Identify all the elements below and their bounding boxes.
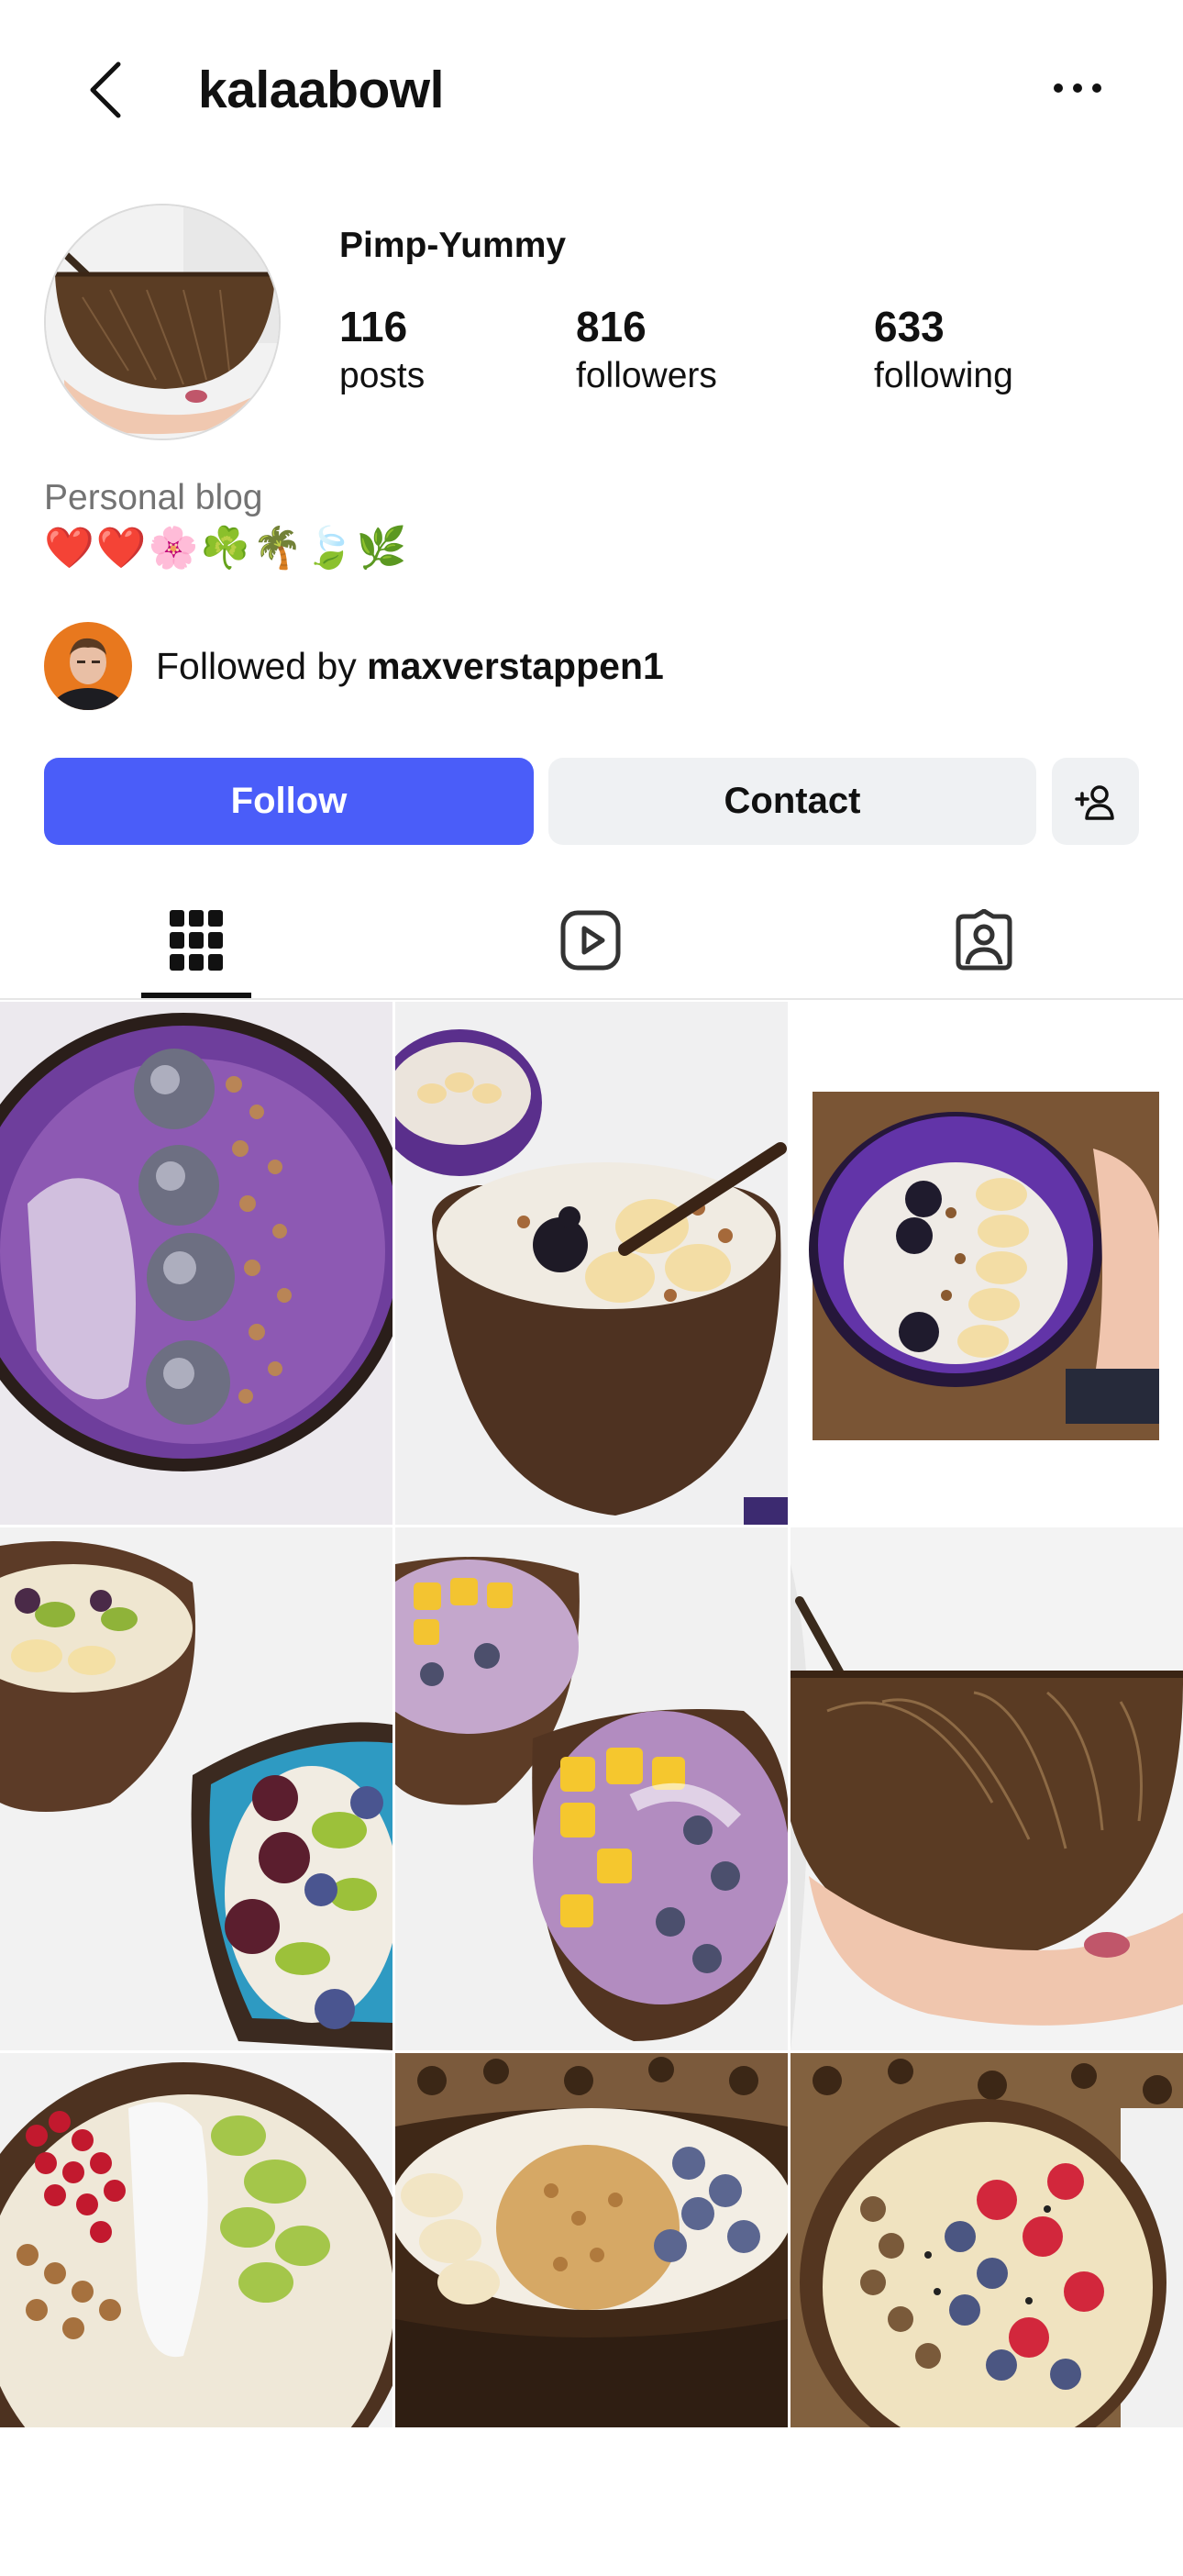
tab-tagged[interactable] xyxy=(929,881,1039,1000)
post-thumbnail[interactable] xyxy=(395,1527,788,2050)
profile-username: kalaabowl xyxy=(198,61,444,119)
chevron-left-icon xyxy=(90,61,121,118)
followed-by-prefix: Followed by xyxy=(156,645,368,687)
followers-stat[interactable]: 816 followers xyxy=(576,299,717,398)
post-thumbnail[interactable] xyxy=(0,1002,392,1525)
followed-by-username[interactable]: maxverstappen1 xyxy=(367,645,664,687)
post-thumbnail[interactable] xyxy=(0,1527,392,2050)
add-person-icon xyxy=(1074,784,1114,820)
tagged-person-icon xyxy=(956,909,1012,971)
post-thumbnail[interactable] xyxy=(395,2053,788,2576)
display-name: Pimp-Yummy xyxy=(339,226,567,265)
suggested-accounts-button[interactable] xyxy=(1052,758,1139,845)
post-thumbnail[interactable] xyxy=(395,1002,788,1525)
more-options-button[interactable] xyxy=(1045,61,1110,116)
top-bar: kalaabowl xyxy=(0,0,1183,179)
following-count: 633 xyxy=(874,303,945,350)
profile-category: Personal blog xyxy=(44,478,263,517)
followed-by-row[interactable]: Followed by maxverstappen1 xyxy=(44,620,664,712)
selected-tab-indicator xyxy=(141,993,251,998)
follower-avatar xyxy=(44,622,132,710)
contact-button[interactable]: Contact xyxy=(548,758,1036,845)
follow-button[interactable]: Follow xyxy=(44,758,534,845)
tab-grid[interactable] xyxy=(141,881,251,1000)
grid-icon xyxy=(170,910,223,971)
followed-by-text: Followed by maxverstappen1 xyxy=(156,640,664,692)
posts-label: posts xyxy=(339,356,426,395)
post-thumbnail[interactable] xyxy=(0,2053,392,2576)
back-button[interactable] xyxy=(73,53,138,127)
post-thumbnail[interactable] xyxy=(791,1527,1183,2050)
posts-grid xyxy=(0,1002,1183,2427)
ellipsis-icon xyxy=(1054,83,1101,93)
profile-bio: ❤️❤️🌸☘️🌴🍃🌿 xyxy=(44,526,409,571)
posts-count: 116 xyxy=(339,303,408,350)
profile-tabs xyxy=(0,881,1183,1000)
profile-avatar[interactable] xyxy=(44,204,281,440)
reels-play-icon xyxy=(560,910,621,971)
tab-reels[interactable] xyxy=(536,881,646,1000)
post-thumbnail[interactable] xyxy=(791,1002,1183,1525)
followers-count: 816 xyxy=(576,303,647,350)
posts-stat[interactable]: 116 posts xyxy=(339,299,425,398)
post-thumbnail[interactable] xyxy=(791,2053,1183,2576)
following-stat[interactable]: 633 following xyxy=(874,299,1013,398)
followers-label: followers xyxy=(576,356,717,395)
following-label: following xyxy=(874,356,1013,395)
